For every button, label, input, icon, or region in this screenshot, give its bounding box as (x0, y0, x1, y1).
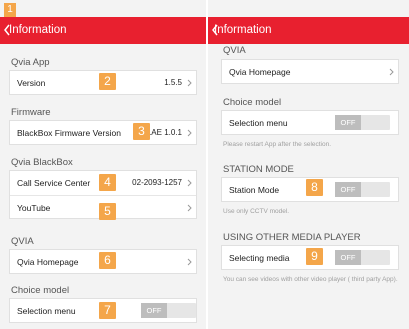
toggle-state: OFF (340, 185, 356, 194)
toggle-state: OFF (146, 306, 162, 315)
callout-badge-5: 5 (99, 203, 116, 220)
station-mode-toggle[interactable]: OFF (335, 182, 390, 197)
section-qvia: QVIA (11, 236, 34, 247)
toggle-state: OFF (340, 253, 356, 262)
chevron-right-icon (187, 129, 192, 137)
header-bar: Information (208, 17, 409, 44)
call-service-center-label: Call Service Center (17, 178, 91, 188)
firmware-version-label: BlackBox Firmware Version (17, 128, 121, 138)
callout-badge-6: 6 (99, 252, 116, 269)
callout-badge-7: 7 (99, 302, 116, 319)
toggle-state: OFF (340, 118, 356, 127)
qvia-card: Qvia Homepage (221, 59, 399, 84)
section-qvia: QVIA (223, 45, 246, 56)
right-screen: Information QVIA Qvia Homepage Choice mo… (208, 0, 409, 329)
youtube-label: YouTube (17, 203, 51, 213)
chevron-right-icon (187, 258, 192, 266)
chevron-right-icon (187, 79, 192, 87)
left-screen: Information 1 Qvia App Version 1.5.5 2 F… (0, 0, 206, 329)
media-note: You can see videos with other video play… (223, 276, 398, 283)
version-label: Version (17, 78, 46, 88)
qvia-homepage-label: Qvia Homepage (229, 67, 291, 77)
choice-model-card: Selection menu OFF (221, 110, 399, 135)
selection-menu-toggle[interactable]: OFF (335, 115, 390, 130)
chevron-right-icon (187, 179, 192, 187)
firmware-version-row[interactable]: BlackBox Firmware Version ver.AE 1.0.1 (10, 121, 196, 145)
selecting-media-label: Selecting media (229, 253, 290, 263)
section-qvia-blackbox: Qvia BlackBox (11, 157, 73, 168)
section-other-media-player: USING OTHER MEDIA PLAYER (223, 232, 361, 243)
section-choice-model: Choice model (223, 97, 282, 108)
page-title: Information (214, 24, 272, 36)
selecting-media-toggle[interactable]: OFF (335, 250, 390, 265)
section-qvia-app: Qvia App (11, 57, 50, 68)
toggle-knob: OFF (335, 115, 361, 130)
restart-note: Please restart App after the selection. (223, 141, 332, 148)
version-value: 1.5.5 (164, 78, 182, 87)
callout-badge-1: 1 (4, 3, 16, 17)
section-station-mode: STATION MODE (223, 164, 294, 175)
cctv-note: Use only CCTV model. (223, 208, 290, 215)
selection-menu-toggle[interactable]: OFF (141, 303, 196, 318)
section-firmware: Firmware (11, 107, 51, 118)
header-bar: Information (0, 17, 206, 44)
selection-menu-label: Selection menu (17, 306, 76, 316)
callout-badge-3: 3 (133, 123, 150, 140)
selection-menu-row: Selection menu OFF (222, 111, 398, 135)
toggle-knob: OFF (141, 303, 167, 318)
chevron-right-icon (187, 204, 192, 212)
section-choice-model: Choice model (11, 285, 70, 296)
qvia-homepage-row[interactable]: Qvia Homepage (222, 60, 398, 84)
station-mode-label: Station Mode (229, 185, 280, 195)
call-service-center-value: 02-2093-1257 (132, 178, 182, 187)
callout-badge-9: 9 (306, 248, 323, 265)
chevron-right-icon (389, 68, 394, 76)
callout-badge-4: 4 (99, 174, 116, 191)
callout-badge-2: 2 (99, 73, 116, 90)
toggle-knob: OFF (335, 250, 361, 265)
toggle-knob: OFF (335, 182, 361, 197)
firmware-card: BlackBox Firmware Version ver.AE 1.0.1 (9, 120, 197, 145)
selection-menu-label: Selection menu (229, 118, 288, 128)
qvia-homepage-label: Qvia Homepage (17, 257, 79, 267)
callout-badge-8: 8 (306, 179, 323, 196)
page-title: Information (9, 24, 67, 36)
